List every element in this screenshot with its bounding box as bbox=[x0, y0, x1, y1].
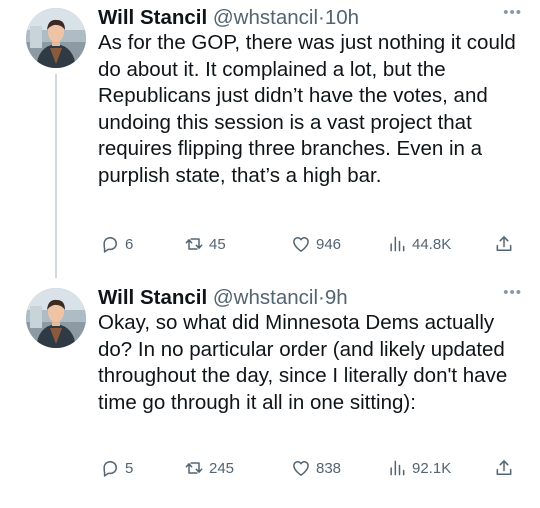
reply-count: 5 bbox=[125, 459, 134, 477]
share-icon bbox=[496, 460, 512, 475]
views-icon bbox=[390, 460, 405, 476]
tweet[interactable]: Will Stancil @whstancil·9h ••• Okay, so … bbox=[0, 280, 540, 508]
like-count: 946 bbox=[316, 235, 342, 253]
reply-count: 6 bbox=[125, 235, 134, 253]
views-icon bbox=[390, 236, 405, 252]
more-icon[interactable]: ••• bbox=[503, 5, 522, 21]
view-count: 92.1K bbox=[412, 459, 452, 477]
reply-icon bbox=[103, 237, 117, 253]
tweet-header: Will Stancil @whstancil·10h bbox=[98, 6, 359, 30]
repost-icon bbox=[185, 238, 203, 250]
more-icon[interactable]: ••• bbox=[503, 285, 522, 301]
tweet-text: Okay, so what did Minnesota Dems actuall… bbox=[98, 311, 508, 414]
tweet-header: Will Stancil @whstancil·9h bbox=[98, 286, 348, 310]
tweet-actions: 6 45 946 44.8K bbox=[0, 232, 540, 256]
like-icon bbox=[293, 461, 309, 476]
author-handle[interactable]: @whstancil bbox=[213, 6, 318, 29]
avatar[interactable] bbox=[26, 8, 86, 68]
views-button[interactable]: 92.1K bbox=[387, 456, 451, 480]
avatar[interactable] bbox=[26, 288, 86, 348]
share-button[interactable] bbox=[494, 456, 519, 480]
share-icon bbox=[496, 236, 512, 251]
reply-icon bbox=[103, 461, 117, 477]
tweet-text: As for the GOP, there was just nothing i… bbox=[98, 31, 516, 187]
tweet-actions: 5 245 838 92.1K bbox=[0, 456, 540, 480]
repost-button[interactable]: 245 bbox=[184, 456, 234, 480]
reply-button[interactable]: 6 bbox=[100, 232, 133, 256]
tweet[interactable]: Will Stancil @whstancil·10h ••• As for t… bbox=[0, 0, 540, 280]
reply-button[interactable]: 5 bbox=[100, 456, 133, 480]
separator-dot: · bbox=[318, 286, 325, 309]
like-count: 838 bbox=[316, 459, 342, 477]
author-name[interactable]: Will Stancil bbox=[98, 286, 207, 309]
author-name[interactable]: Will Stancil bbox=[98, 6, 207, 29]
separator-dot: · bbox=[318, 6, 325, 29]
author-handle[interactable]: @whstancil bbox=[213, 286, 318, 309]
like-button[interactable]: 838 bbox=[291, 456, 341, 480]
share-button[interactable] bbox=[494, 232, 519, 256]
repost-count: 45 bbox=[209, 235, 226, 253]
view-count: 44.8K bbox=[412, 235, 452, 253]
repost-icon bbox=[185, 462, 203, 474]
like-icon bbox=[293, 237, 309, 252]
repost-button[interactable]: 45 bbox=[184, 232, 226, 256]
repost-count: 245 bbox=[209, 459, 235, 477]
views-button[interactable]: 44.8K bbox=[387, 232, 451, 256]
timestamp[interactable]: 9h bbox=[325, 286, 348, 309]
like-button[interactable]: 946 bbox=[291, 232, 341, 256]
timestamp[interactable]: 10h bbox=[325, 6, 359, 29]
